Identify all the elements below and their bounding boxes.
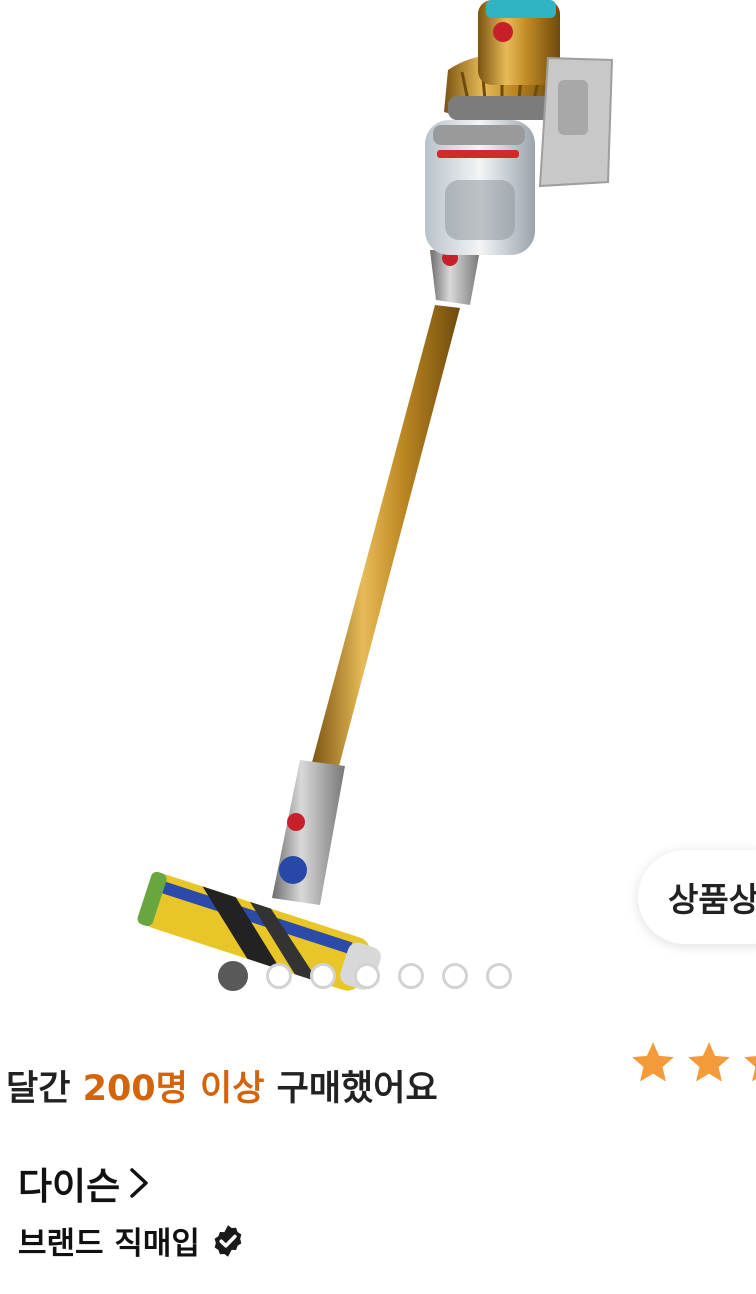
carousel-indicator	[218, 961, 512, 991]
carousel-dot[interactable]	[442, 963, 468, 989]
product-image-gallery[interactable]: 상품상	[0, 0, 756, 1010]
carousel-dot[interactable]	[266, 963, 292, 989]
carousel-dot[interactable]	[486, 963, 512, 989]
star-icon	[632, 1042, 674, 1082]
product-detail-button[interactable]: 상품상	[638, 850, 756, 944]
purchase-count-highlight: 200명 이상	[82, 1069, 265, 1109]
star-icon	[688, 1042, 730, 1082]
verified-check-icon	[214, 1224, 242, 1257]
carousel-dot[interactable]	[398, 963, 424, 989]
purchase-count-text: 달간 200명 이상 구매했어요	[6, 1060, 438, 1111]
star-icon	[744, 1056, 756, 1082]
badge-label: 브랜드 직매입	[18, 1226, 200, 1262]
brand-name: 다이슨	[18, 1165, 121, 1208]
product-image[interactable]	[0, 0, 756, 1010]
purchase-suffix: 구매했어요	[264, 1069, 438, 1109]
brand-link[interactable]: 다이슨	[18, 1156, 150, 1210]
brand-direct-badge: 브랜드 직매입	[18, 1218, 246, 1263]
chevron-right-icon	[130, 1168, 148, 1198]
carousel-dot[interactable]	[354, 963, 380, 989]
product-detail-button-label: 상품상	[668, 880, 756, 919]
carousel-dot[interactable]	[310, 963, 336, 989]
purchase-prefix: 달간	[6, 1069, 83, 1109]
rating-stars[interactable]	[628, 1038, 756, 1088]
carousel-dot[interactable]	[218, 961, 248, 991]
